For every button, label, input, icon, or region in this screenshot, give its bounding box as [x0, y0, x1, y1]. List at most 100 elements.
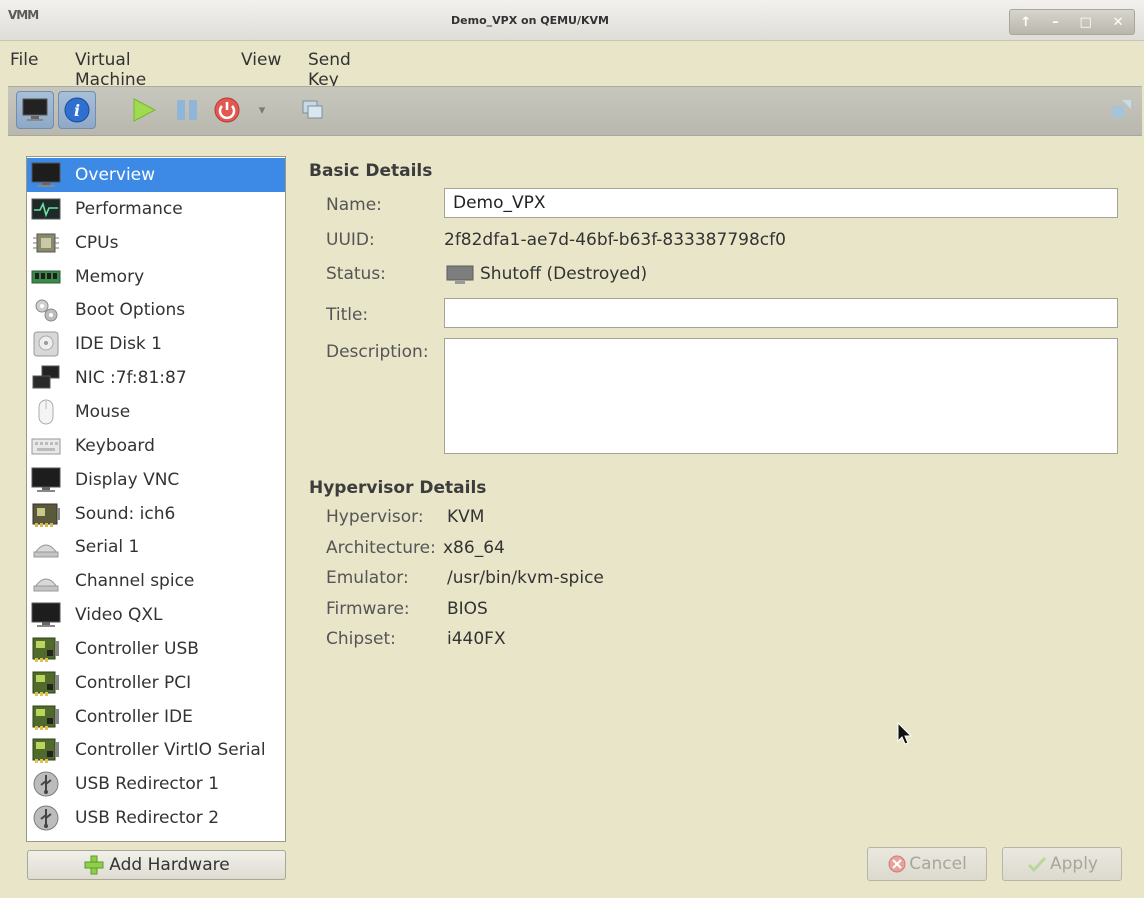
- title-input[interactable]: [444, 298, 1118, 328]
- name-label: Name:: [326, 195, 382, 215]
- hardware-item[interactable]: Sound: ich6: [27, 497, 285, 531]
- hypervisor-detail-value: BIOS: [447, 598, 488, 619]
- mouse-icon: [30, 398, 62, 426]
- controller-card-icon: [30, 736, 62, 764]
- pause-button[interactable]: [168, 91, 206, 129]
- hardware-item[interactable]: Video QXL: [27, 598, 285, 632]
- controller-card-icon: [30, 635, 62, 663]
- details-button[interactable]: i: [58, 91, 96, 129]
- play-icon: [133, 98, 157, 122]
- hardware-list: Overview Performance CPUs Memory Boot Option…: [26, 156, 286, 842]
- hardware-item-label: Keyboard: [75, 435, 155, 456]
- hypervisor-detail-label: Hypervisor:: [326, 507, 424, 527]
- hardware-item[interactable]: Controller IDE: [27, 700, 285, 734]
- hardware-item-label: Performance: [75, 198, 183, 219]
- uuid-label: UUID:: [326, 230, 375, 250]
- hardware-item-label: Display VNC: [75, 469, 180, 490]
- add-hardware-button[interactable]: Add Hardware: [27, 850, 286, 880]
- hardware-item-label: USB Redirector 2: [75, 808, 220, 829]
- monitor-icon: [22, 98, 48, 121]
- hypervisor-detail-label: Chipset:: [326, 629, 396, 649]
- hardware-item-label: Memory: [75, 266, 145, 287]
- performance-icon: [30, 195, 62, 223]
- menu-virtual-machine[interactable]: Virtual Machine: [75, 50, 146, 90]
- hypervisor-detail-value: /usr/bin/kvm-spice: [447, 568, 604, 588]
- cancel-label: Cancel: [909, 854, 967, 874]
- hardware-item[interactable]: USB Redirector 1: [27, 767, 285, 801]
- hardware-item-label: Controller IDE: [75, 706, 193, 727]
- apply-button[interactable]: Apply: [1002, 847, 1122, 881]
- window-title: Demo_VPX on QEMU/KVM: [451, 14, 609, 27]
- hardware-item[interactable]: Controller USB: [27, 632, 285, 666]
- hardware-item-label: Controller VirtIO Serial: [75, 740, 266, 761]
- snapshot-icon: [302, 100, 323, 119]
- add-hardware-label: Add Hardware: [109, 855, 230, 875]
- hypervisor-detail-label: Architecture:: [326, 537, 436, 558]
- snapshots-button[interactable]: [294, 91, 332, 129]
- cancel-button[interactable]: Cancel: [867, 847, 987, 881]
- apply-label: Apply: [1050, 854, 1098, 874]
- hardware-item[interactable]: Memory: [27, 260, 285, 294]
- menu-file[interactable]: File: [10, 50, 38, 70]
- description-label: Description:: [326, 342, 429, 362]
- shutdown-menu-button[interactable]: ▾: [252, 91, 272, 129]
- usb-icon: [30, 804, 62, 832]
- hardware-item-label: NIC :7f:81:87: [75, 368, 187, 389]
- hardware-item-label: Video QXL: [75, 605, 163, 626]
- menu-send-key[interactable]: Send Key: [308, 50, 351, 90]
- keyboard-icon: [30, 432, 62, 460]
- mouse-pointer-icon: [897, 721, 913, 745]
- status-value: Shutoff (Destroyed): [480, 264, 648, 284]
- shutdown-button[interactable]: [208, 91, 246, 129]
- hardware-item[interactable]: Keyboard: [27, 429, 285, 463]
- hardware-item[interactable]: Controller PCI: [27, 666, 285, 700]
- raise-icon[interactable]: ↑: [1020, 15, 1031, 30]
- plus-icon: [84, 855, 104, 875]
- description-textarea[interactable]: [444, 338, 1118, 454]
- svg-text:i: i: [74, 101, 80, 120]
- run-button[interactable]: [124, 91, 162, 129]
- hardware-item[interactable]: Overview: [27, 158, 285, 192]
- hardware-item-label: Serial 1: [75, 537, 140, 558]
- hardware-item-label: IDE Disk 1: [75, 334, 162, 355]
- hardware-item[interactable]: Serial 1: [27, 530, 285, 564]
- title-bar: VMM Demo_VPX on QEMU/KVM ↑ – □ ✕: [0, 0, 1144, 41]
- window-controls: ↑ – □ ✕: [1009, 9, 1135, 35]
- hypervisor-detail-value: x86_64: [443, 537, 505, 558]
- hardware-item[interactable]: NIC :7f:81:87: [27, 361, 285, 395]
- hardware-item-label: Controller PCI: [75, 672, 192, 693]
- maximize-icon[interactable]: □: [1080, 15, 1092, 30]
- monitor-icon: [30, 466, 62, 494]
- hardware-item[interactable]: Boot Options: [27, 293, 285, 327]
- checkmark-icon: [1027, 856, 1047, 873]
- controller-card-icon: [30, 703, 62, 731]
- chevron-down-icon: ▾: [258, 102, 266, 118]
- monitor-icon: [30, 601, 62, 629]
- network-icon: [30, 364, 62, 392]
- basic-details-title: Basic Details: [309, 161, 433, 181]
- close-icon[interactable]: ✕: [1113, 15, 1124, 30]
- serial-icon: [30, 533, 62, 561]
- fullscreen-button[interactable]: [1102, 91, 1140, 129]
- hardware-item-label: Channel spice: [75, 571, 195, 592]
- hardware-item[interactable]: Controller VirtIO Serial: [27, 733, 285, 767]
- hardware-item[interactable]: Mouse: [27, 395, 285, 429]
- gears-icon: [30, 296, 62, 324]
- hardware-item[interactable]: Channel spice: [27, 564, 285, 598]
- console-button[interactable]: [16, 91, 54, 129]
- hardware-item[interactable]: Display VNC: [27, 463, 285, 497]
- monitor-icon: [30, 161, 62, 189]
- title-label: Title:: [326, 305, 369, 325]
- hardware-item[interactable]: Performance: [27, 192, 285, 226]
- minimize-icon[interactable]: –: [1052, 15, 1059, 30]
- serial-icon: [30, 567, 62, 595]
- hypervisor-detail-value: i440FX: [447, 629, 506, 649]
- info-icon: i: [64, 97, 90, 123]
- controller-card-icon: [30, 669, 62, 697]
- fullscreen-icon: [1112, 100, 1131, 118]
- hardware-item[interactable]: IDE Disk 1: [27, 327, 285, 361]
- hardware-item[interactable]: CPUs: [27, 226, 285, 260]
- menu-view[interactable]: View: [241, 50, 281, 70]
- hardware-item[interactable]: USB Redirector 2: [27, 801, 285, 835]
- name-input[interactable]: [444, 188, 1118, 218]
